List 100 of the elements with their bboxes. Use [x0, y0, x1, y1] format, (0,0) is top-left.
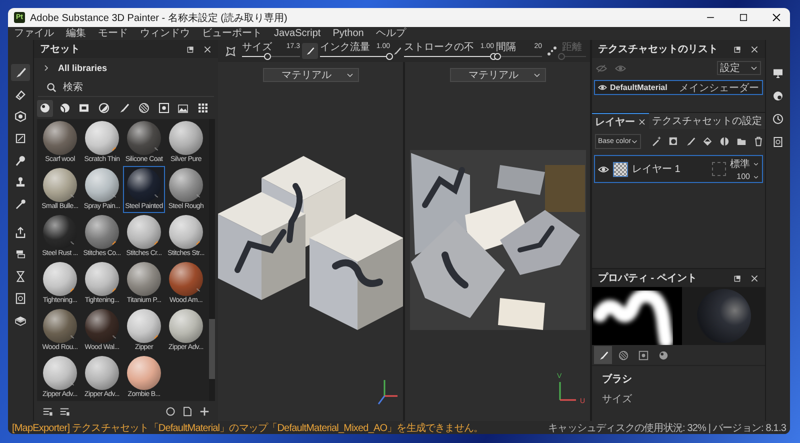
menu-item[interactable]: Python [332, 27, 364, 40]
toolbar-button[interactable] [165, 406, 176, 416]
brush-button[interactable] [302, 43, 318, 59]
panel-tab[interactable]: レイヤー [592, 113, 649, 129]
close-icon [203, 44, 212, 54]
float-icon [186, 44, 195, 54]
menu-item[interactable]: ファイル [14, 27, 54, 40]
close-button[interactable] [750, 274, 759, 282]
layer-tool-button[interactable] [668, 136, 680, 146]
stack-icon [14, 248, 27, 261]
layer-thumbnail [613, 162, 628, 176]
scrollbar-thumb[interactable] [209, 319, 215, 379]
document-icon [772, 136, 784, 148]
blend-mode-dropdown[interactable]: 標準 [730, 157, 759, 171]
menu-item[interactable]: JavaScript [274, 27, 321, 40]
slider-label: 距離 [562, 40, 582, 54]
caret-icon [532, 71, 540, 79]
slider-handle[interactable] [264, 53, 272, 60]
3d-viewport[interactable]: マテリアル [218, 62, 403, 421]
close-icon [750, 44, 759, 54]
fill-layer-icon [668, 136, 680, 146]
menu-item[interactable]: モード [98, 27, 128, 40]
eye-icon[interactable] [598, 164, 609, 174]
layer-tool-button[interactable] [753, 136, 764, 146]
eye-icon [598, 83, 607, 92]
smudge-icon [14, 154, 27, 167]
visibility-button[interactable] [615, 62, 626, 74]
hexagon-icon [14, 110, 27, 123]
close-button[interactable] [750, 44, 759, 54]
tool-button[interactable] [11, 64, 30, 81]
sphere-icon [772, 90, 784, 102]
half-circle-icon [98, 102, 110, 114]
dropdown[interactable]: マテリアル [262, 68, 358, 82]
panel-title: テクスチャセットのリスト [598, 43, 719, 56]
mask-placeholder [712, 162, 726, 176]
caret-icon [753, 174, 759, 180]
stamp-icon [14, 176, 27, 189]
texture-set-row[interactable]: DefaultMaterial メインシェーダー [594, 80, 763, 95]
toolbar-button[interactable] [182, 406, 193, 416]
hatched-circle-icon [138, 102, 150, 114]
dots-icon [546, 45, 558, 57]
hourglass-icon [14, 270, 27, 283]
eye-icon [615, 62, 626, 74]
library-name[interactable]: All libraries [58, 63, 108, 73]
caret-icon [753, 161, 759, 167]
circle-icon [165, 406, 176, 416]
layer-tool-button[interactable] [685, 136, 696, 146]
slider-label: サイズ [242, 40, 272, 54]
filter-button[interactable] [37, 100, 53, 116]
slider-handle[interactable] [386, 53, 393, 60]
status-info: キャッシュディスクの使用状況: 32% | バージョン: 8.1.3 [548, 422, 786, 434]
axis-gizmo [378, 380, 398, 404]
layer-name: レイヤー 1 [632, 163, 682, 176]
trash-icon [753, 136, 764, 146]
layer-row[interactable]: レイヤー 1 標準 100 [594, 155, 763, 183]
panel-title: アセット [40, 43, 81, 56]
menu-item[interactable]: ウィンドウ [140, 27, 190, 40]
close-icon [750, 274, 759, 282]
menu-item[interactable]: 編集 [66, 27, 86, 40]
brush-icon [118, 102, 130, 114]
layer-tool-button[interactable] [702, 136, 714, 146]
menu-item[interactable]: ヘルプ [376, 27, 406, 40]
status-message: [MapExporter] テクスチャセット「DefaultMaterial」のマップ「DefaultMaterial_Mixed_AO」を生成できません。 [12, 422, 484, 434]
list-button[interactable] [59, 406, 70, 416]
float-button[interactable] [733, 274, 742, 282]
section-title: ブラシ [602, 372, 633, 386]
float-icon [733, 274, 742, 282]
menu-item[interactable]: ビューポート [202, 27, 262, 40]
opacity-dropdown[interactable]: 100 [736, 172, 759, 181]
texture-set-name: DefaultMaterial [610, 83, 668, 92]
caret-icon [631, 138, 638, 144]
eraser-icon [14, 88, 27, 101]
axis-gizmo [559, 382, 576, 401]
export-icon [14, 226, 27, 239]
slider-label: インク流量 [320, 40, 370, 54]
slider-handle[interactable] [494, 53, 502, 60]
brush-icon [685, 136, 696, 146]
search-field[interactable]: 検索 [63, 82, 206, 92]
settings-dropdown[interactable]: 設定 [717, 61, 761, 75]
eye-slash-icon [596, 62, 607, 74]
dropdown[interactable]: マテリアル [450, 68, 546, 82]
toolbar-button[interactable] [199, 406, 210, 416]
paint-bucket-icon [702, 136, 714, 146]
layer-tool-button[interactable] [651, 136, 662, 146]
property-tab[interactable] [594, 346, 612, 364]
chevron-icon [42, 64, 50, 72]
float-button[interactable] [186, 44, 195, 54]
brush-icon [392, 46, 402, 56]
expand-button[interactable] [42, 64, 50, 72]
float-icon [733, 44, 742, 54]
brush-button[interactable] [392, 46, 402, 56]
float-button[interactable] [733, 44, 742, 54]
visibility-button[interactable] [596, 62, 607, 74]
list-button[interactable] [42, 406, 53, 416]
history-icon [772, 112, 784, 124]
panel-tab[interactable]: テクスチャセットの設定 [649, 113, 765, 129]
layer-tool-button[interactable] [719, 136, 730, 146]
close-button[interactable] [203, 44, 212, 54]
striped-sphere-icon [58, 102, 71, 114]
slider[interactable] [320, 52, 390, 61]
